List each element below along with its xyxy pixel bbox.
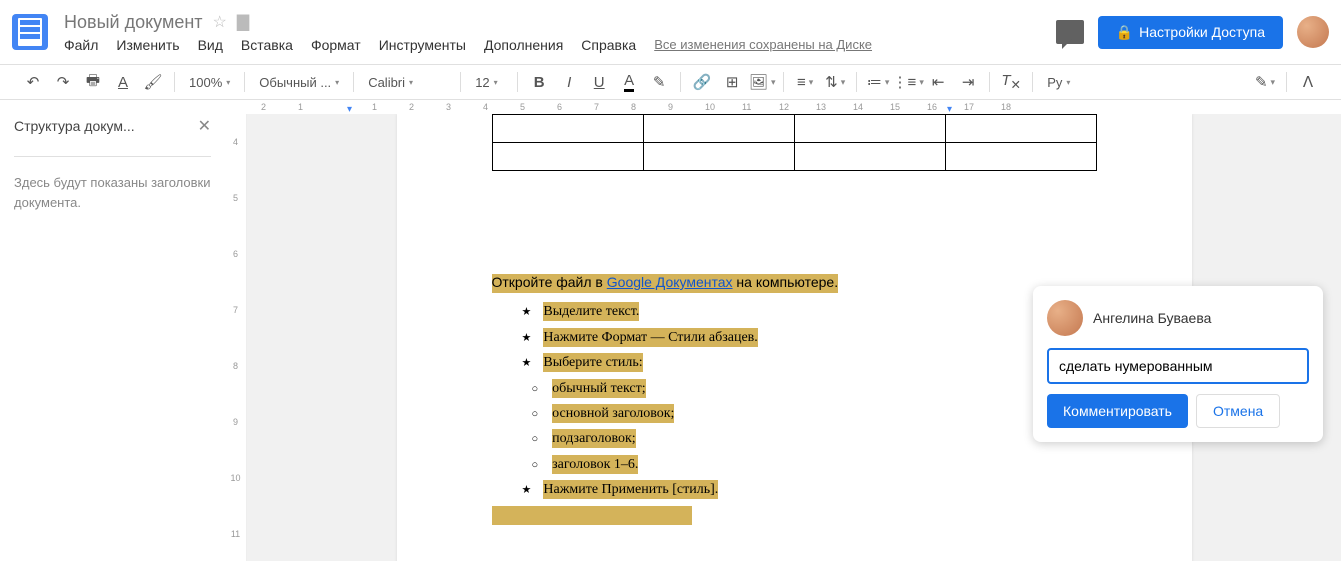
zoom-dropdown[interactable]: 100%▾ (183, 75, 236, 90)
indent-decrease-button[interactable]: ⇤ (925, 69, 951, 95)
link-button[interactable]: 🔗 (689, 69, 715, 95)
google-docs-link[interactable]: Google Документах (607, 274, 733, 290)
comment-popup: Ангелина Буваева Комментировать Отмена (1033, 286, 1323, 442)
outline-sidebar: Структура докум... ✕ Здесь будут показан… (0, 100, 225, 561)
list-item: подзаголовок; (532, 428, 1097, 450)
share-label: Настройки Доступа (1139, 24, 1265, 40)
menu-insert[interactable]: Вставка (241, 37, 293, 53)
redo-button[interactable]: ↷ (50, 69, 76, 95)
text-color-button[interactable]: A (616, 69, 642, 95)
numbered-list-button[interactable]: ≔ (865, 69, 891, 95)
comment-cancel-button[interactable]: Отмена (1196, 394, 1280, 428)
bullet-list[interactable]: Выделите текст. Нажмите Формат — Стили а… (492, 301, 1097, 374)
document-table[interactable] (492, 114, 1097, 171)
bullet-list[interactable]: Нажмите Применить [стиль]. (492, 479, 1097, 501)
outline-empty-text: Здесь будут показаны заголовки документа… (14, 173, 211, 212)
list-item: основной заголовок; (532, 403, 1097, 425)
comment-input[interactable] (1047, 348, 1309, 384)
list-item: обычный текст; (532, 378, 1097, 400)
list-item: заголовок 1–6. (532, 454, 1097, 476)
undo-button[interactable]: ↶ (20, 69, 46, 95)
image-button[interactable]: 🖼 (749, 69, 775, 95)
print-button[interactable]: 🖶 (80, 69, 106, 95)
menu-bar: Файл Изменить Вид Вставка Формат Инструм… (64, 37, 1056, 53)
titlebar: Новый документ ☆ ▇ Файл Изменить Вид Вст… (64, 12, 1056, 53)
highlight-color-button[interactable]: ✎ (646, 69, 672, 95)
editing-mode-button[interactable]: ✎ (1252, 69, 1278, 95)
menu-view[interactable]: Вид (198, 37, 223, 53)
outline-title: Структура докум... (14, 118, 135, 134)
close-outline-icon[interactable]: ✕ (198, 116, 211, 136)
save-status[interactable]: Все изменения сохранены на Диске (654, 37, 872, 52)
clear-format-button[interactable]: T✕ (998, 69, 1024, 95)
menu-help[interactable]: Справка (581, 37, 636, 53)
line-spacing-button[interactable]: ⇅ (822, 69, 848, 95)
add-comment-button[interactable]: ⊞ (719, 69, 745, 95)
list-item: Нажмите Применить [стиль]. (522, 479, 1097, 501)
underline-button[interactable]: U (586, 69, 612, 95)
menu-format[interactable]: Формат (311, 37, 361, 53)
app-header: Новый документ ☆ ▇ Файл Изменить Вид Вст… (0, 0, 1341, 64)
list-item: Выделите текст. (522, 301, 1097, 323)
menu-addons[interactable]: Дополнения (484, 37, 563, 53)
input-tools-dropdown[interactable]: Ру▾ (1041, 75, 1091, 90)
bulleted-list-button[interactable]: ⋮≡ (895, 69, 921, 95)
spellcheck-button[interactable]: A (110, 69, 136, 95)
paragraph-style-dropdown[interactable]: Обычный ...▾ (253, 75, 345, 90)
menu-edit[interactable]: Изменить (116, 37, 179, 53)
account-avatar[interactable] (1297, 16, 1329, 48)
share-button[interactable]: 🔒 Настройки Доступа (1098, 16, 1283, 49)
italic-button[interactable]: I (556, 69, 582, 95)
document-title[interactable]: Новый документ (64, 12, 203, 33)
lock-icon: 🔒 (1116, 24, 1133, 41)
list-item: Выберите стиль: (522, 352, 1097, 374)
intro-text[interactable]: Откройте файл в Google Документах на ком… (492, 274, 839, 293)
bold-button[interactable]: B (526, 69, 552, 95)
table-row (492, 143, 1096, 171)
align-button[interactable]: ≡ (792, 69, 818, 95)
comment-submit-button[interactable]: Комментировать (1047, 394, 1188, 428)
table-row (492, 115, 1096, 143)
vertical-ruler[interactable]: 456789101112131415 (225, 114, 247, 561)
docs-logo-icon[interactable] (12, 14, 48, 50)
paint-format-button[interactable]: 🖌 (140, 69, 166, 95)
expand-button[interactable]: ᐱ (1295, 69, 1321, 95)
font-size-dropdown[interactable]: 12▾ (469, 75, 509, 90)
horizontal-ruler[interactable]: 21123456789101112131415161718 ▾ ▾ (247, 100, 1341, 114)
comments-icon[interactable] (1056, 20, 1084, 44)
commenter-avatar (1047, 300, 1083, 336)
commenter-name: Ангелина Буваева (1093, 310, 1211, 326)
font-dropdown[interactable]: Calibri▾ (362, 75, 452, 90)
menu-tools[interactable]: Инструменты (379, 37, 466, 53)
sub-bullet-list[interactable]: обычный текст; основной заголовок; подза… (492, 378, 1097, 477)
toolbar: ↶ ↷ 🖶 A 🖌 100%▾ Обычный ...▾ Calibri▾ 12… (0, 64, 1341, 100)
menu-file[interactable]: Файл (64, 37, 98, 53)
folder-icon[interactable]: ▇ (237, 12, 249, 32)
list-item: Нажмите Формат — Стили абзацев. (522, 327, 1097, 349)
indent-increase-button[interactable]: ⇥ (955, 69, 981, 95)
star-icon[interactable]: ☆ (213, 12, 227, 32)
